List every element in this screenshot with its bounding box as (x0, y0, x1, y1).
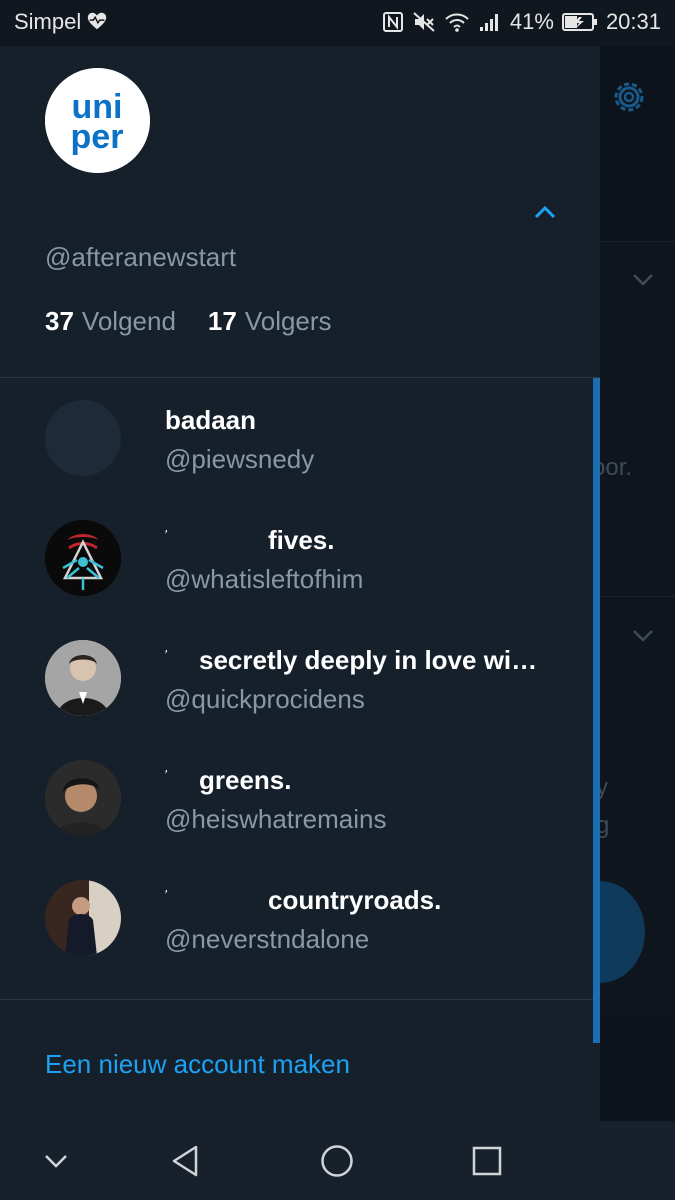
hide-nav-button[interactable] (36, 1141, 76, 1181)
battery-icon (561, 13, 597, 31)
name-mark: ′ (165, 527, 168, 542)
account-item[interactable]: badaan @piewsnedy (0, 379, 600, 499)
profile-avatar[interactable]: uni per (45, 68, 150, 173)
mute-icon (413, 12, 435, 32)
svg-text:per: per (71, 118, 124, 156)
system-nav-bar (0, 1121, 675, 1200)
heart-pulse-icon (87, 12, 107, 30)
account-handle: @piewsnedy (165, 444, 315, 474)
account-name: fives. (268, 525, 335, 555)
status-bar: Simpel 41% 20:31 (0, 0, 675, 46)
account-avatar (45, 760, 121, 836)
followers-stat[interactable]: 17 Volgers (208, 306, 332, 337)
following-count: 37 (45, 306, 74, 336)
nfc-icon (382, 12, 403, 32)
account-drawer: uni per @afteranewstart 37 Volgend 17 Volg… (0, 46, 600, 1121)
account-handle: @quickprocidens (165, 684, 365, 714)
clock: 20:31 (605, 9, 661, 34)
carrier-name: Simpel (14, 9, 82, 34)
home-icon (321, 1145, 353, 1177)
wifi-icon (445, 13, 469, 32)
recents-icon (472, 1146, 502, 1176)
account-name: countryroads. (268, 885, 442, 915)
back-icon (172, 1145, 198, 1177)
account-name: secretly deeply in love wi… (199, 645, 538, 675)
gear-icon[interactable] (608, 76, 650, 118)
account-item[interactable]: ′ secretly deeply in love wi… @quickproc… (0, 619, 600, 739)
account-avatar (45, 640, 121, 716)
home-button[interactable] (317, 1141, 357, 1181)
signal-icon (479, 14, 498, 31)
divider (0, 377, 600, 378)
person-photo-icon (45, 880, 121, 956)
uniper-logo-icon: uni per (45, 68, 150, 173)
followers-count: 17 (207, 306, 237, 336)
background-panel (600, 241, 675, 596)
profile-stats: 37 Volgend 17 Volgers (45, 306, 332, 337)
profile-handle: @afteranewstart (45, 242, 237, 272)
back-button[interactable] (166, 1141, 206, 1181)
account-handle: @neverstndalone (165, 924, 370, 954)
chevron-down-icon (633, 630, 653, 642)
account-item[interactable]: ′ fives. @whatisleftofhim (0, 499, 600, 619)
name-mark: ′ (165, 887, 168, 902)
following-stat[interactable]: 37 Volgend (45, 306, 176, 337)
chevron-down-icon (45, 1155, 67, 1168)
followers-label: Volgers (244, 306, 332, 336)
chevron-down-icon (633, 274, 653, 286)
person-photo-icon (45, 760, 121, 836)
account-avatar (45, 400, 121, 476)
account-name: badaan (165, 405, 257, 435)
account-handle: @heiswhatremains (165, 804, 387, 834)
create-account-link[interactable]: Een nieuw account maken (45, 1049, 350, 1080)
following-label: Volgend (81, 306, 176, 336)
recents-button[interactable] (467, 1141, 507, 1181)
account-list: badaan @piewsnedy ′ fives. @whatisleftof… (0, 379, 600, 979)
account-item[interactable]: ′ greens. @heiswhatremains (0, 739, 600, 859)
chevron-up-icon[interactable] (533, 204, 557, 220)
person-photo-icon (45, 640, 121, 716)
account-item[interactable]: ′ countryroads. @neverstndalone (0, 859, 600, 979)
divider (0, 999, 600, 1000)
account-avatar (45, 520, 121, 596)
scrollbar[interactable] (593, 378, 600, 1043)
account-handle: @whatisleftofhim (165, 564, 364, 594)
name-mark: ′ (165, 647, 168, 662)
emblem-icon (45, 520, 121, 596)
account-avatar (45, 880, 121, 956)
account-name: greens. (199, 765, 292, 795)
battery-percent: 41% (509, 9, 554, 34)
name-mark: ′ (165, 767, 168, 782)
